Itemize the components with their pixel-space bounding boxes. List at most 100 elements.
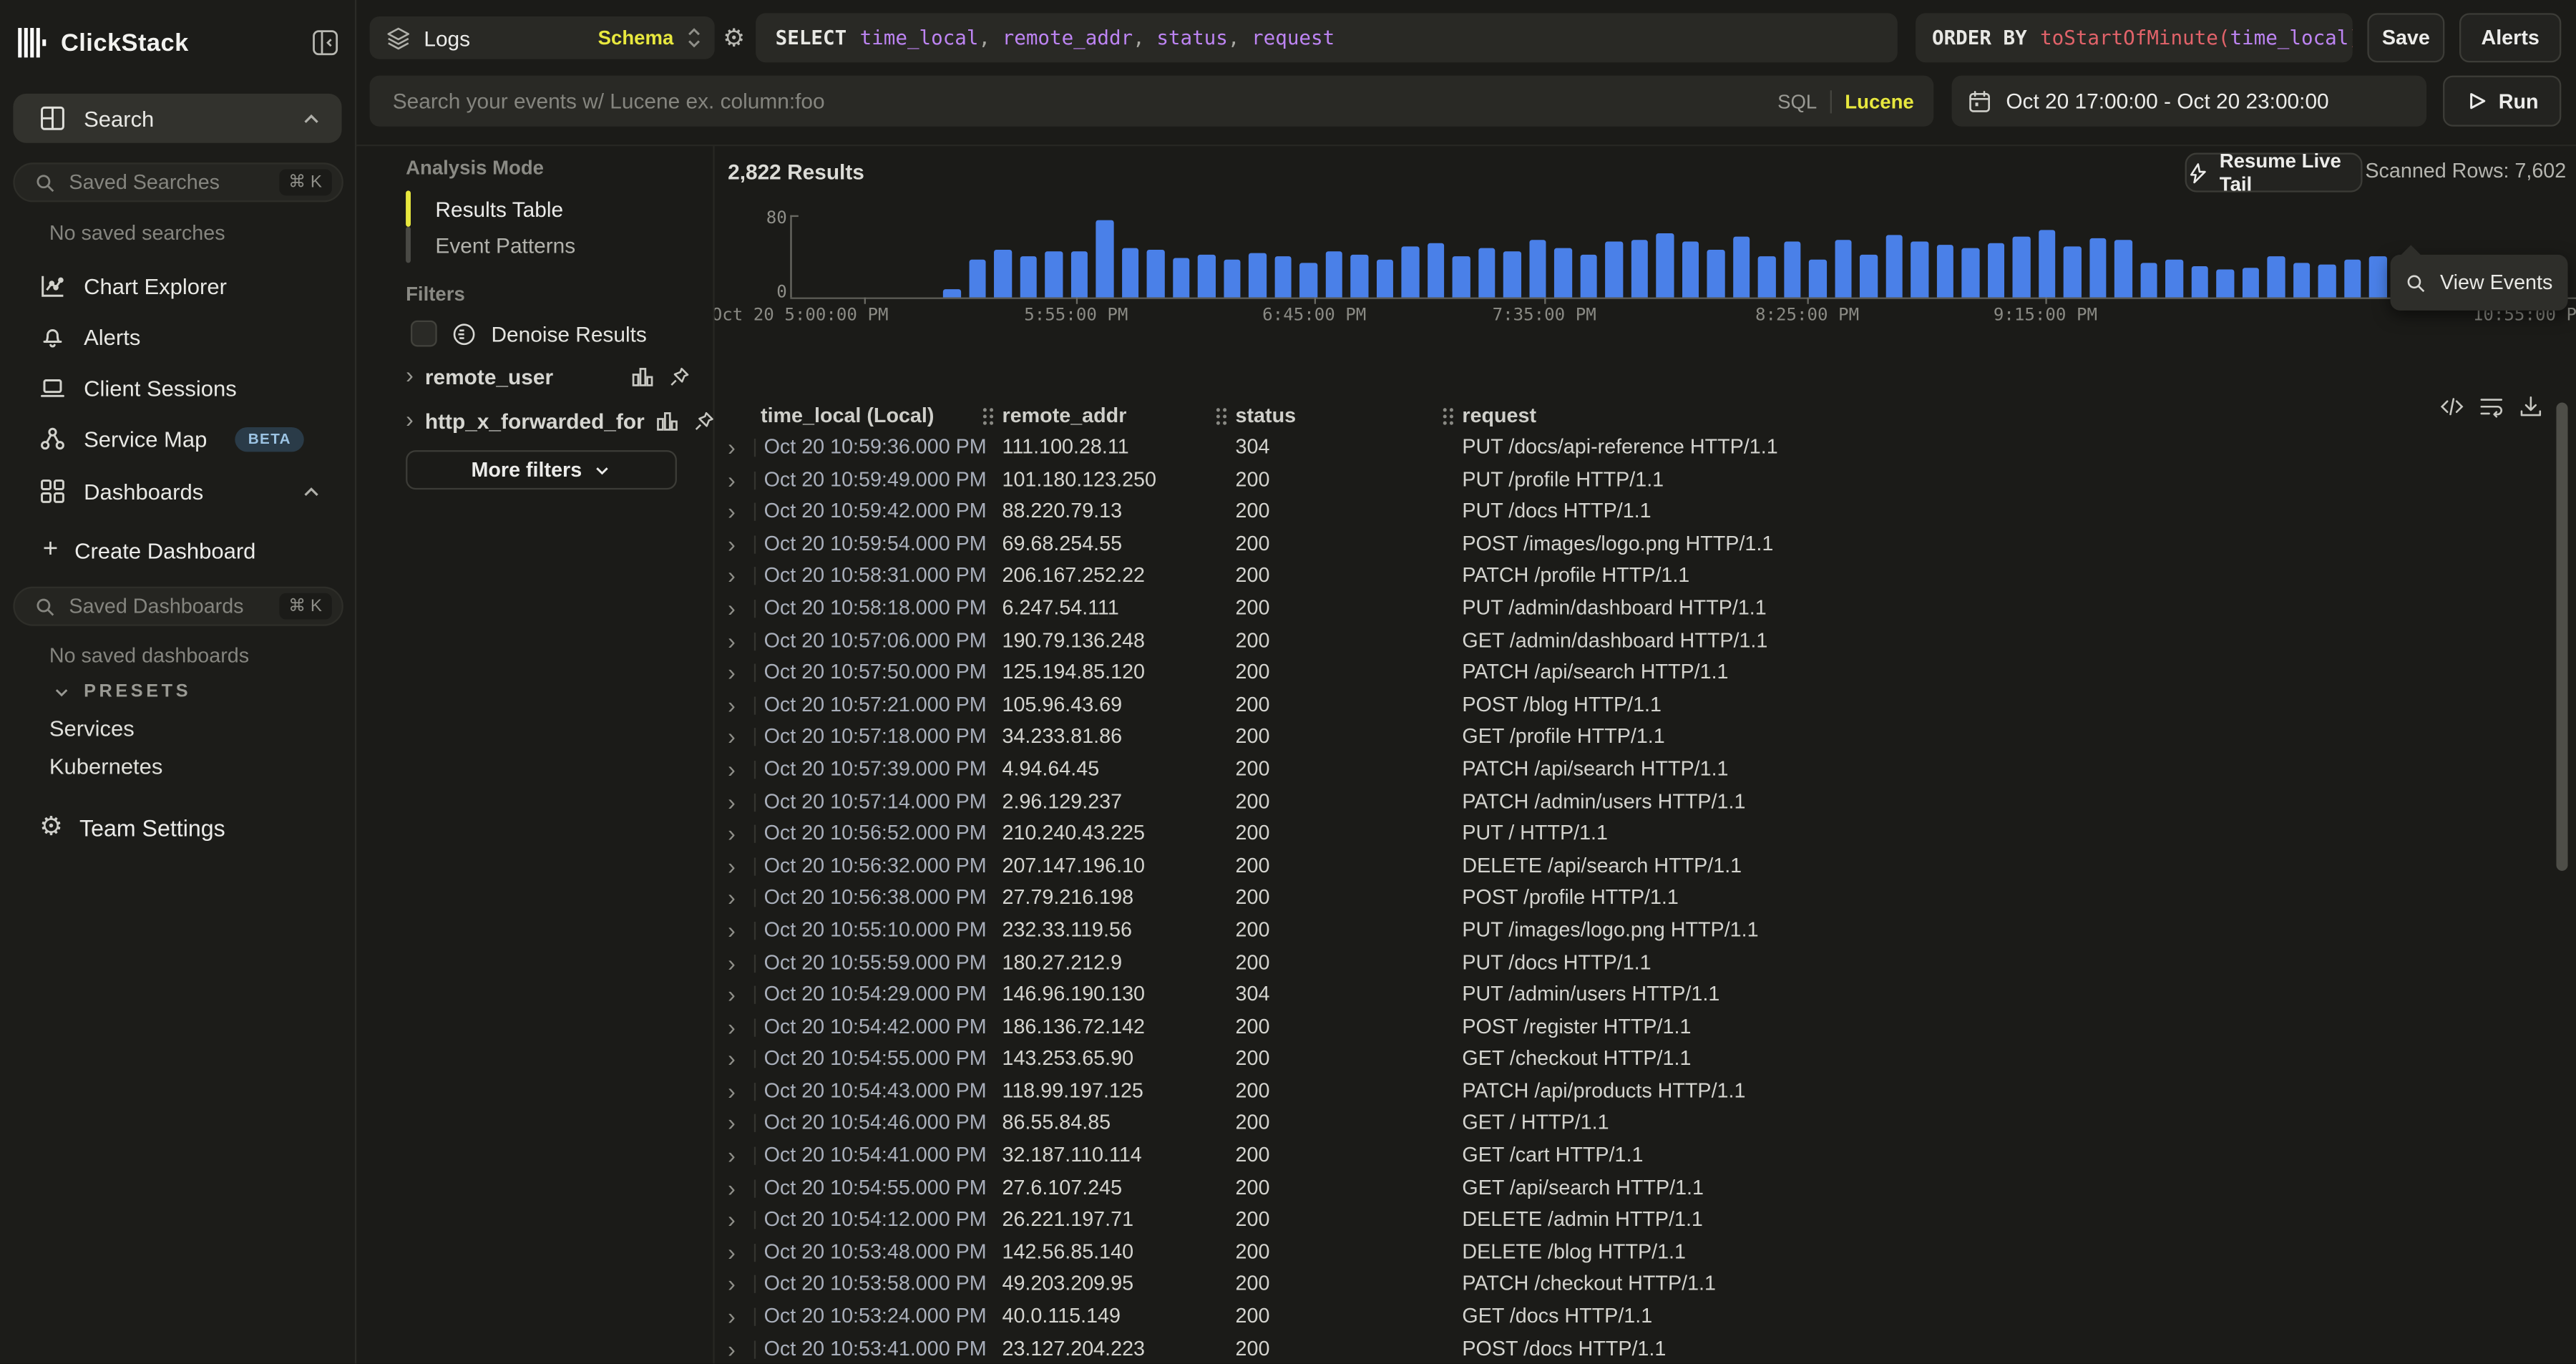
row-expander-icon[interactable]: ›	[728, 434, 736, 462]
table-row[interactable]: ›Oct 20 10:56:32.000 PM207.147.196.10200…	[715, 851, 2576, 883]
row-expander-icon[interactable]: ›	[728, 627, 736, 655]
table-row[interactable]: ›Oct 20 10:58:18.000 PM6.247.54.111200PU…	[715, 593, 2576, 625]
sidebar-item-alerts[interactable]: Alerts	[13, 316, 341, 359]
row-expander-icon[interactable]: ›	[728, 1207, 736, 1234]
row-expander-icon[interactable]: ›	[728, 659, 736, 687]
order-by-input[interactable]: ORDER BY toStartOfMinute(time_local)D	[1916, 13, 2353, 62]
table-row[interactable]: ›Oct 20 10:53:24.000 PM40.0.115.149200GE…	[715, 1301, 2576, 1333]
row-expander-icon[interactable]: ›	[728, 1174, 736, 1202]
chevron-right-icon[interactable]: ›	[406, 407, 414, 430]
row-expander-icon[interactable]: ›	[728, 852, 736, 880]
gear-icon[interactable]: ⚙	[723, 23, 745, 52]
team-settings-button[interactable]: ⚙ Team Settings	[39, 807, 225, 849]
mode-results-table[interactable]: Results Table	[435, 190, 563, 227]
table-row[interactable]: ›Oct 20 10:56:52.000 PM210.240.43.225200…	[715, 819, 2576, 851]
resume-live-tail-button[interactable]: Resume Live Tail	[2185, 153, 2363, 193]
table-row[interactable]: ›Oct 20 10:59:49.000 PM101.180.123.25020…	[715, 464, 2576, 497]
row-expander-icon[interactable]: ›	[728, 530, 736, 558]
view-events-button[interactable]: View Events	[2391, 255, 2568, 311]
row-expander-icon[interactable]: ›	[728, 1078, 736, 1106]
drag-handle-icon[interactable]	[982, 406, 994, 424]
row-expander-icon[interactable]: ›	[728, 981, 736, 1009]
column-header-time-local[interactable]: time_local (Local)	[761, 399, 934, 432]
table-row[interactable]: ›Oct 20 10:53:41.000 PM23.127.204.223200…	[715, 1333, 2576, 1363]
sidebar-item-service-map[interactable]: Service Map BETA	[13, 417, 341, 460]
row-expander-icon[interactable]: ›	[728, 885, 736, 912]
table-row[interactable]: ›Oct 20 10:56:38.000 PM27.79.216.198200P…	[715, 883, 2576, 915]
row-expander-icon[interactable]: ›	[728, 1046, 736, 1073]
run-button[interactable]: Run	[2443, 76, 2561, 127]
pin-icon[interactable]	[668, 366, 690, 387]
column-header-request[interactable]: request	[1462, 399, 1536, 432]
row-expander-icon[interactable]: ›	[728, 691, 736, 719]
row-expander-icon[interactable]: ›	[728, 820, 736, 848]
row-expander-icon[interactable]: ›	[728, 724, 736, 751]
save-button[interactable]: Save	[2367, 13, 2444, 62]
drag-handle-icon[interactable]	[1443, 406, 1454, 424]
events-histogram[interactable]: 80 0 Oct 20 5:00:00 PM5:55:00 PM6:45:00 …	[715, 198, 2576, 329]
sidebar-item-chart-explorer[interactable]: Chart Explorer	[13, 265, 341, 308]
select-query-input[interactable]: SELECT time_local, remote_addr, status, …	[756, 13, 1898, 62]
sidebar-item-search[interactable]: Search	[13, 94, 341, 143]
drag-handle-icon[interactable]	[1216, 406, 1227, 424]
table-row[interactable]: ›Oct 20 10:53:58.000 PM49.203.209.95200P…	[715, 1269, 2576, 1301]
preset-kubernetes[interactable]: Kubernetes	[49, 754, 163, 779]
sidebar-item-client-sessions[interactable]: Client Sessions	[13, 366, 341, 409]
table-row[interactable]: ›Oct 20 10:54:43.000 PM118.99.197.125200…	[715, 1076, 2576, 1109]
row-expander-icon[interactable]: ›	[728, 1271, 736, 1299]
table-row[interactable]: ›Oct 20 10:54:42.000 PM186.136.72.142200…	[715, 1012, 2576, 1044]
row-expander-icon[interactable]: ›	[728, 1303, 736, 1331]
row-expander-icon[interactable]: ›	[728, 1239, 736, 1267]
lucene-toggle[interactable]: Lucene	[1845, 89, 1913, 112]
code-icon[interactable]	[2439, 394, 2464, 419]
table-row[interactable]: ›Oct 20 10:54:41.000 PM32.187.110.114200…	[715, 1141, 2576, 1173]
mode-event-patterns[interactable]: Event Patterns	[435, 227, 575, 263]
chevron-right-icon[interactable]: ›	[406, 363, 414, 386]
bar-chart-icon[interactable]	[631, 365, 654, 388]
create-dashboard-button[interactable]: + Create Dashboard	[43, 529, 256, 572]
more-filters-button[interactable]: More filters	[406, 450, 677, 489]
row-expander-icon[interactable]: ›	[728, 917, 736, 945]
table-row[interactable]: ›Oct 20 10:54:55.000 PM143.253.65.90200G…	[715, 1044, 2576, 1076]
table-row[interactable]: ›Oct 20 10:58:31.000 PM206.167.252.22200…	[715, 561, 2576, 593]
sql-toggle[interactable]: SQL	[1777, 89, 1817, 112]
filter-field-remote-user[interactable]: › remote_user	[406, 359, 690, 395]
table-row[interactable]: ›Oct 20 10:59:54.000 PM69.68.254.55200PO…	[715, 529, 2576, 561]
row-expander-icon[interactable]: ›	[728, 498, 736, 526]
table-row[interactable]: ›Oct 20 10:57:50.000 PM125.194.85.120200…	[715, 658, 2576, 690]
source-select[interactable]: Logs Schema	[370, 16, 715, 59]
table-row[interactable]: ›Oct 20 10:59:36.000 PM111.100.28.11304P…	[715, 432, 2576, 464]
collapse-sidebar-icon[interactable]	[312, 29, 338, 56]
table-row[interactable]: ›Oct 20 10:54:46.000 PM86.55.84.85200GET…	[715, 1109, 2576, 1141]
denoise-checkbox[interactable]	[411, 321, 437, 347]
scrollbar-thumb[interactable]	[2556, 403, 2567, 871]
row-expander-icon[interactable]: ›	[728, 562, 736, 590]
filter-field-http-x-forwarded-for[interactable]: › http_x_forwarded_for	[406, 403, 690, 439]
table-row[interactable]: ›Oct 20 10:57:06.000 PM190.79.136.248200…	[715, 625, 2576, 658]
row-expander-icon[interactable]: ›	[728, 466, 736, 494]
table-row[interactable]: ›Oct 20 10:57:21.000 PM105.96.43.69200PO…	[715, 690, 2576, 722]
table-row[interactable]: ›Oct 20 10:54:55.000 PM27.6.107.245200GE…	[715, 1172, 2576, 1204]
table-row[interactable]: ›Oct 20 10:57:14.000 PM2.96.129.237200PA…	[715, 786, 2576, 819]
preset-services[interactable]: Services	[49, 716, 135, 741]
row-expander-icon[interactable]: ›	[728, 1110, 736, 1138]
presets-toggle[interactable]: PRESETS	[52, 682, 191, 702]
column-header-remote-addr[interactable]: remote_addr	[1002, 399, 1127, 432]
row-expander-icon[interactable]: ›	[728, 1013, 736, 1041]
download-icon[interactable]	[2519, 394, 2543, 419]
table-row[interactable]: ›Oct 20 10:59:42.000 PM88.220.79.13200PU…	[715, 497, 2576, 529]
search-input[interactable]	[389, 87, 1765, 115]
row-expander-icon[interactable]: ›	[728, 949, 736, 977]
row-expander-icon[interactable]: ›	[728, 788, 736, 816]
table-row[interactable]: ›Oct 20 10:57:39.000 PM4.94.64.45200PATC…	[715, 754, 2576, 786]
table-row[interactable]: ›Oct 20 10:55:59.000 PM180.27.212.9200PU…	[715, 948, 2576, 980]
row-expander-icon[interactable]: ›	[728, 1335, 736, 1363]
bar-chart-icon[interactable]	[656, 409, 679, 432]
row-expander-icon[interactable]: ›	[728, 595, 736, 623]
table-row[interactable]: ›Oct 20 10:55:10.000 PM232.33.119.56200P…	[715, 915, 2576, 948]
row-expander-icon[interactable]: ›	[728, 756, 736, 784]
row-expander-icon[interactable]: ›	[728, 1142, 736, 1170]
time-range-picker[interactable]: Oct 20 17:00:00 - Oct 20 23:00:00	[1952, 76, 2427, 127]
table-row[interactable]: ›Oct 20 10:54:12.000 PM26.221.197.71200D…	[715, 1204, 2576, 1237]
saved-searches-input[interactable]: Saved Searches ⌘ K	[13, 162, 343, 202]
